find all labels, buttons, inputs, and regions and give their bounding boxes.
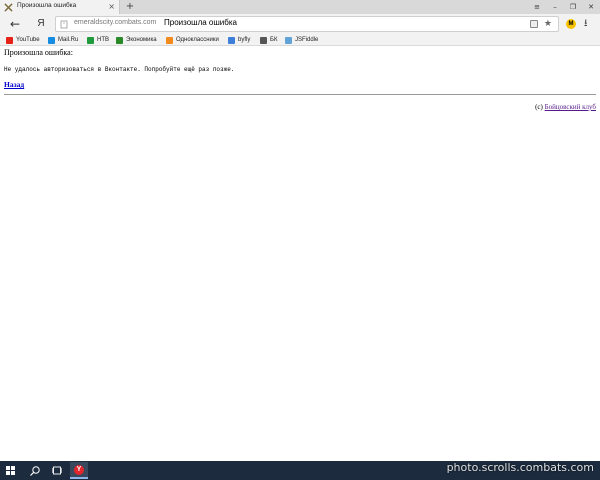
error-message: Не удалось авторизоваться в Вконтакте. П… bbox=[4, 66, 235, 73]
bookmark-label: Одноклассники bbox=[176, 37, 219, 43]
divider bbox=[4, 94, 596, 95]
footer-copyright: (c) Бойцовский клуб bbox=[535, 103, 596, 111]
browser-toolbar: ← Я emeraldscity.combats.com Произошла о… bbox=[0, 14, 600, 34]
minimize-button[interactable]: – bbox=[546, 0, 564, 14]
bookmarks-bar: YouTube Mail.Ru НТВ Экономика Одноклассн… bbox=[0, 34, 600, 46]
page-content: Произошла ошибка: Не удалось авторизоват… bbox=[0, 47, 600, 461]
mailru-icon bbox=[48, 36, 55, 44]
error-heading: Произошла ошибка: bbox=[4, 48, 73, 57]
back-button[interactable]: ← bbox=[7, 16, 23, 32]
bookmark-ntv[interactable]: НТВ bbox=[87, 35, 109, 45]
bookmark-label: Экономика bbox=[126, 37, 157, 43]
search-icon[interactable] bbox=[29, 465, 41, 477]
economy-icon bbox=[116, 36, 123, 44]
bookmark-youtube[interactable]: YouTube bbox=[6, 35, 40, 45]
bookmark-jsfiddle[interactable]: JSFiddle bbox=[285, 35, 318, 45]
bookmark-label: JSFiddle bbox=[295, 37, 319, 43]
odnoklassniki-icon bbox=[166, 36, 173, 44]
byfly-icon bbox=[228, 36, 235, 44]
tab-close-icon[interactable]: × bbox=[108, 1, 115, 13]
tab-active[interactable]: Произошла ошибка × bbox=[0, 0, 120, 14]
jsfiddle-icon bbox=[285, 36, 292, 44]
yandex-home-button[interactable]: Я bbox=[34, 16, 48, 32]
close-window-button[interactable]: ✕ bbox=[582, 0, 600, 14]
windows-start-icon[interactable] bbox=[6, 466, 15, 475]
back-link[interactable]: Назад bbox=[4, 80, 24, 89]
bk-icon bbox=[260, 36, 267, 44]
browser-menu-button[interactable]: ≡ bbox=[528, 0, 546, 14]
task-view-icon[interactable] bbox=[52, 466, 62, 475]
url-domain: emeraldscity.combats.com bbox=[74, 19, 157, 26]
account-avatar[interactable]: M bbox=[566, 19, 576, 29]
bookmark-label: Mail.Ru bbox=[58, 37, 79, 43]
tab-strip: Произошла ошибка × + ≡ – ❐ ✕ bbox=[0, 0, 600, 14]
bookmark-label: byfly bbox=[238, 37, 251, 43]
watermark: photo.scrolls.combats.com bbox=[446, 461, 594, 474]
bookmark-label: БК bbox=[270, 37, 278, 43]
taskbar-yandex-browser[interactable]: Y bbox=[70, 462, 88, 479]
tab-title: Произошла ошибка bbox=[17, 2, 77, 9]
page-info-icon[interactable] bbox=[60, 20, 68, 29]
bookmark-odnoklassniki[interactable]: Одноклассники bbox=[166, 35, 219, 45]
window-controls: ≡ – ❐ ✕ bbox=[528, 0, 600, 14]
bookmark-economy[interactable]: Экономика bbox=[116, 35, 157, 45]
downloads-icon[interactable]: ⭳ bbox=[584, 18, 588, 30]
youtube-icon bbox=[6, 36, 13, 44]
footer-prefix: (c) bbox=[535, 103, 545, 111]
footer-club-link[interactable]: Бойцовский клуб bbox=[545, 103, 596, 111]
bookmark-bk[interactable]: БК bbox=[260, 35, 277, 45]
bookmark-star-icon[interactable]: ★ bbox=[544, 17, 552, 31]
url-page-title: Произошла ошибка bbox=[164, 18, 237, 27]
crossed-swords-icon bbox=[4, 3, 13, 12]
yandex-browser-icon: Y bbox=[74, 465, 84, 475]
restore-button[interactable]: ❐ bbox=[564, 0, 582, 14]
ntv-icon bbox=[87, 36, 94, 44]
bookmark-label: НТВ bbox=[97, 37, 109, 43]
address-bar[interactable]: emeraldscity.combats.com Произошла ошибк… bbox=[55, 16, 559, 32]
bookmark-mailru[interactable]: Mail.Ru bbox=[48, 35, 78, 45]
bookmark-label: YouTube bbox=[16, 37, 40, 43]
new-tab-button[interactable]: + bbox=[124, 0, 136, 14]
bookmark-byfly[interactable]: byfly bbox=[228, 35, 250, 45]
reader-mode-icon[interactable] bbox=[530, 20, 538, 28]
